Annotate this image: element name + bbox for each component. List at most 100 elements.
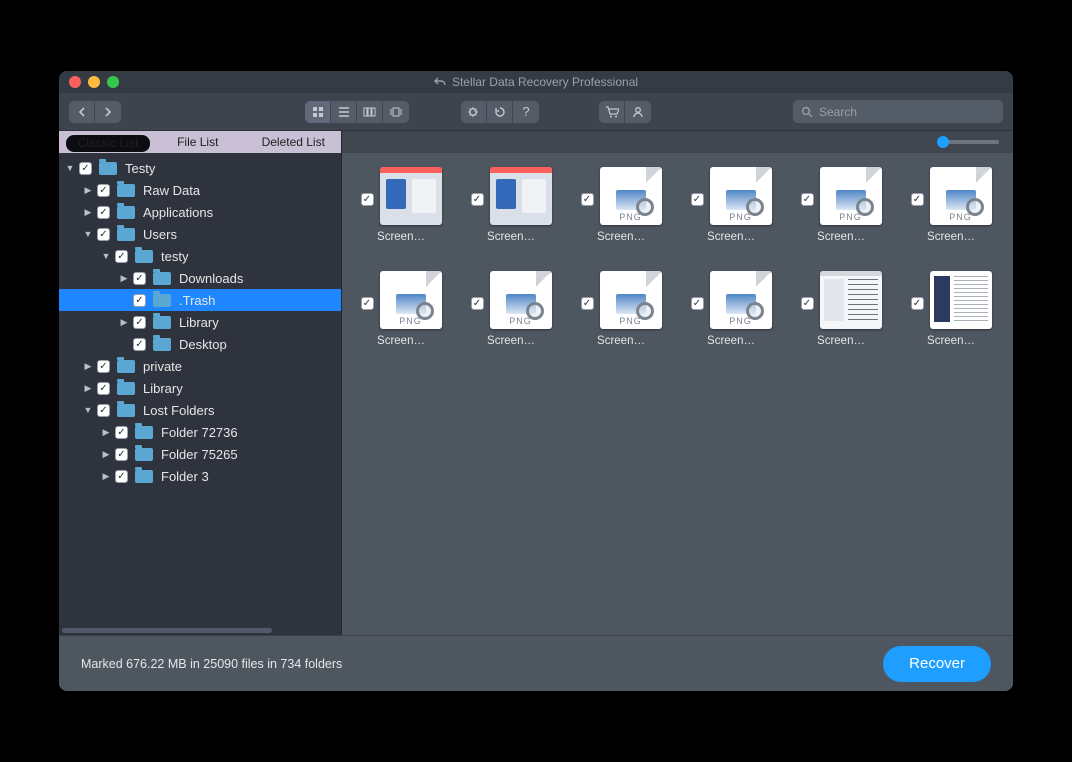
tree-row[interactable]: ▶✓Folder 3 — [59, 465, 341, 487]
disclosure-closed-icon[interactable]: ▶ — [83, 207, 93, 217]
tree-checkbox[interactable]: ✓ — [133, 338, 146, 351]
tree-row[interactable]: ▶✓Desktop — [59, 333, 341, 355]
file-item[interactable]: ✓PNGScreen… — [678, 167, 784, 243]
tree-checkbox[interactable]: ✓ — [115, 448, 128, 461]
file-thumbnail[interactable] — [930, 271, 992, 329]
file-item[interactable]: ✓Screen… — [348, 167, 454, 243]
disclosure-open-icon[interactable]: ▼ — [83, 229, 93, 239]
disclosure-closed-icon[interactable]: ▶ — [83, 383, 93, 393]
file-checkbox[interactable]: ✓ — [691, 297, 704, 310]
tree-checkbox[interactable]: ✓ — [97, 404, 110, 417]
file-thumbnail[interactable]: PNG — [820, 167, 882, 225]
tree-checkbox[interactable]: ✓ — [115, 426, 128, 439]
tree-checkbox[interactable]: ✓ — [97, 360, 110, 373]
tree-checkbox[interactable]: ✓ — [133, 272, 146, 285]
file-checkbox[interactable]: ✓ — [691, 193, 704, 206]
user-button[interactable] — [625, 101, 651, 123]
file-checkbox[interactable]: ✓ — [801, 297, 814, 310]
file-thumbnail[interactable]: PNG — [710, 167, 772, 225]
tree-row[interactable]: ▶✓Folder 72736 — [59, 421, 341, 443]
tree-checkbox[interactable]: ✓ — [115, 470, 128, 483]
file-thumbnail[interactable]: PNG — [600, 167, 662, 225]
file-thumbnail[interactable] — [380, 167, 442, 225]
file-thumbnail[interactable]: PNG — [930, 167, 992, 225]
tree-checkbox[interactable]: ✓ — [133, 316, 146, 329]
tree-checkbox[interactable]: ✓ — [97, 206, 110, 219]
tree-row[interactable]: ▶✓Applications — [59, 201, 341, 223]
file-grid[interactable]: ✓Screen…✓Screen…✓PNGScreen…✓PNGScreen…✓P… — [342, 153, 1013, 635]
forward-button[interactable] — [95, 101, 121, 123]
sidebar-scrollbar[interactable] — [59, 625, 341, 635]
tree-checkbox[interactable]: ✓ — [97, 382, 110, 395]
file-item[interactable]: ✓PNGScreen… — [568, 167, 674, 243]
file-item[interactable]: ✓Screen… — [458, 167, 564, 243]
file-checkbox[interactable]: ✓ — [581, 297, 594, 310]
file-item[interactable]: ✓PNGScreen… — [348, 271, 454, 347]
tree-row[interactable]: ▶✓.Trash — [59, 289, 341, 311]
tree-row[interactable]: ▶✓Folder 75265 — [59, 443, 341, 465]
tree-row[interactable]: ▶✓Downloads — [59, 267, 341, 289]
file-thumbnail[interactable] — [490, 167, 552, 225]
disclosure-closed-icon[interactable]: ▶ — [119, 273, 129, 283]
history-button[interactable] — [487, 101, 513, 123]
file-checkbox[interactable]: ✓ — [361, 297, 374, 310]
file-checkbox[interactable]: ✓ — [581, 193, 594, 206]
column-view-button[interactable] — [357, 101, 383, 123]
tab-file-list[interactable]: File List — [150, 135, 246, 149]
disclosure-closed-icon[interactable]: ▶ — [119, 317, 129, 327]
disclosure-closed-icon[interactable]: ▶ — [101, 449, 111, 459]
tab-deleted-list[interactable]: Deleted List — [246, 135, 342, 149]
coverflow-view-button[interactable] — [383, 101, 409, 123]
list-view-button[interactable] — [331, 101, 357, 123]
file-item[interactable]: ✓PNGScreen… — [898, 167, 1004, 243]
file-thumbnail[interactable]: PNG — [380, 271, 442, 329]
file-thumbnail[interactable]: PNG — [490, 271, 552, 329]
disclosure-open-icon[interactable]: ▼ — [65, 163, 75, 173]
file-item[interactable]: ✓PNGScreen… — [568, 271, 674, 347]
file-item[interactable]: ✓PNGScreen… — [788, 167, 894, 243]
tree-row[interactable]: ▶✓Library — [59, 311, 341, 333]
disclosure-closed-icon[interactable]: ▶ — [83, 185, 93, 195]
file-checkbox[interactable]: ✓ — [911, 297, 924, 310]
search-box[interactable] — [793, 100, 1003, 123]
tree-row[interactable]: ▼✓Lost Folders — [59, 399, 341, 421]
disclosure-closed-icon[interactable]: ▶ — [101, 427, 111, 437]
tree-checkbox[interactable]: ✓ — [97, 184, 110, 197]
file-thumbnail[interactable]: PNG — [600, 271, 662, 329]
file-thumbnail[interactable] — [820, 271, 882, 329]
file-item[interactable]: ✓Screen… — [898, 271, 1004, 347]
tree-checkbox[interactable]: ✓ — [97, 228, 110, 241]
file-item[interactable]: ✓PNGScreen… — [458, 271, 564, 347]
tree-checkbox[interactable]: ✓ — [79, 162, 92, 175]
tab-classic-list[interactable]: Classic List — [66, 135, 150, 152]
tree-checkbox[interactable]: ✓ — [133, 294, 146, 307]
file-item[interactable]: ✓Screen… — [788, 271, 894, 347]
file-checkbox[interactable]: ✓ — [471, 193, 484, 206]
tree-checkbox[interactable]: ✓ — [115, 250, 128, 263]
tree-row[interactable]: ▶✓Raw Data — [59, 179, 341, 201]
file-checkbox[interactable]: ✓ — [911, 193, 924, 206]
zoom-slider[interactable] — [937, 140, 999, 144]
cart-button[interactable] — [599, 101, 625, 123]
disclosure-open-icon[interactable]: ▼ — [83, 405, 93, 415]
file-thumbnail[interactable]: PNG — [710, 271, 772, 329]
file-checkbox[interactable]: ✓ — [361, 193, 374, 206]
icon-view-button[interactable] — [305, 101, 331, 123]
tree-row[interactable]: ▼✓Users — [59, 223, 341, 245]
disclosure-closed-icon[interactable]: ▶ — [101, 471, 111, 481]
tree-row[interactable]: ▶✓private — [59, 355, 341, 377]
disclosure-open-icon[interactable]: ▼ — [101, 251, 111, 261]
zoom-knob[interactable] — [937, 136, 949, 148]
help-button[interactable]: ? — [513, 101, 539, 123]
back-button[interactable] — [69, 101, 95, 123]
disclosure-closed-icon[interactable]: ▶ — [83, 361, 93, 371]
file-checkbox[interactable]: ✓ — [471, 297, 484, 310]
recover-button[interactable]: Recover — [883, 646, 991, 682]
tree-row[interactable]: ▶✓Library — [59, 377, 341, 399]
tree-row[interactable]: ▼✓Testy — [59, 157, 341, 179]
folder-tree[interactable]: ▼✓Testy▶✓Raw Data▶✓Applications▼✓Users▼✓… — [59, 153, 341, 625]
settings-button[interactable] — [461, 101, 487, 123]
file-checkbox[interactable]: ✓ — [801, 193, 814, 206]
tree-row[interactable]: ▼✓testy — [59, 245, 341, 267]
file-item[interactable]: ✓PNGScreen… — [678, 271, 784, 347]
